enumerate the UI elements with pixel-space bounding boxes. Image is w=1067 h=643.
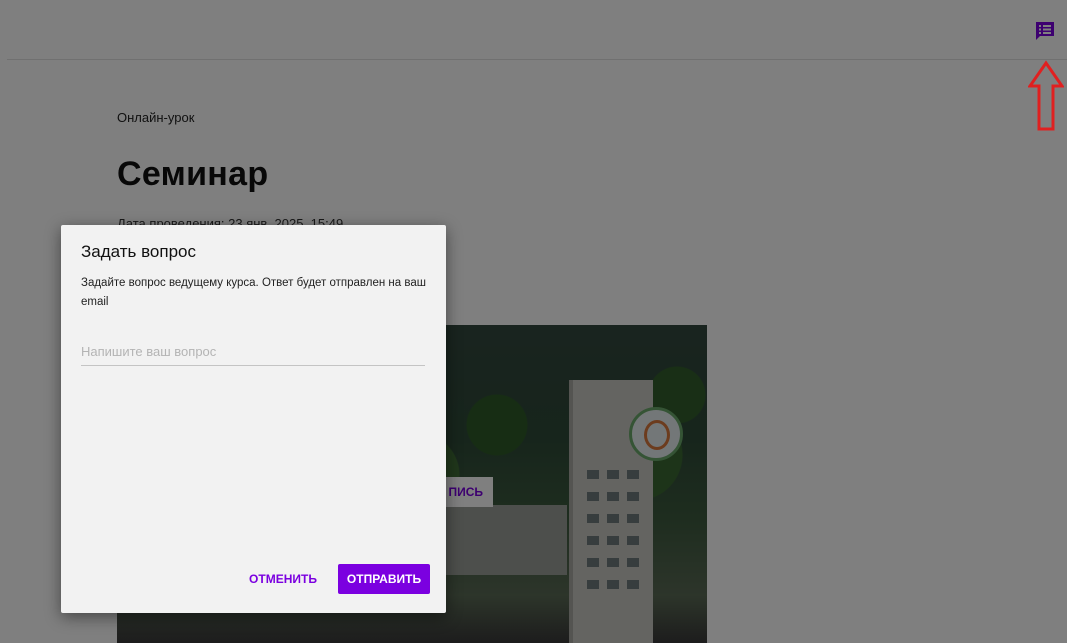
up-arrow-outline-icon <box>1028 60 1064 131</box>
send-button[interactable]: ОТПРАВИТЬ <box>338 564 430 594</box>
cancel-button[interactable]: ОТМЕНИТЬ <box>239 564 327 594</box>
screen: Онлайн-урок Семинар Дата проведения: 23 … <box>0 0 1067 643</box>
dialog-description: Задайте вопрос ведущему курса. Ответ буд… <box>81 277 426 308</box>
question-input[interactable] <box>81 337 425 366</box>
ask-question-dialog: Задать вопрос Задайте вопрос ведущему ку… <box>61 225 446 613</box>
dialog-title: Задать вопрос <box>81 242 196 261</box>
